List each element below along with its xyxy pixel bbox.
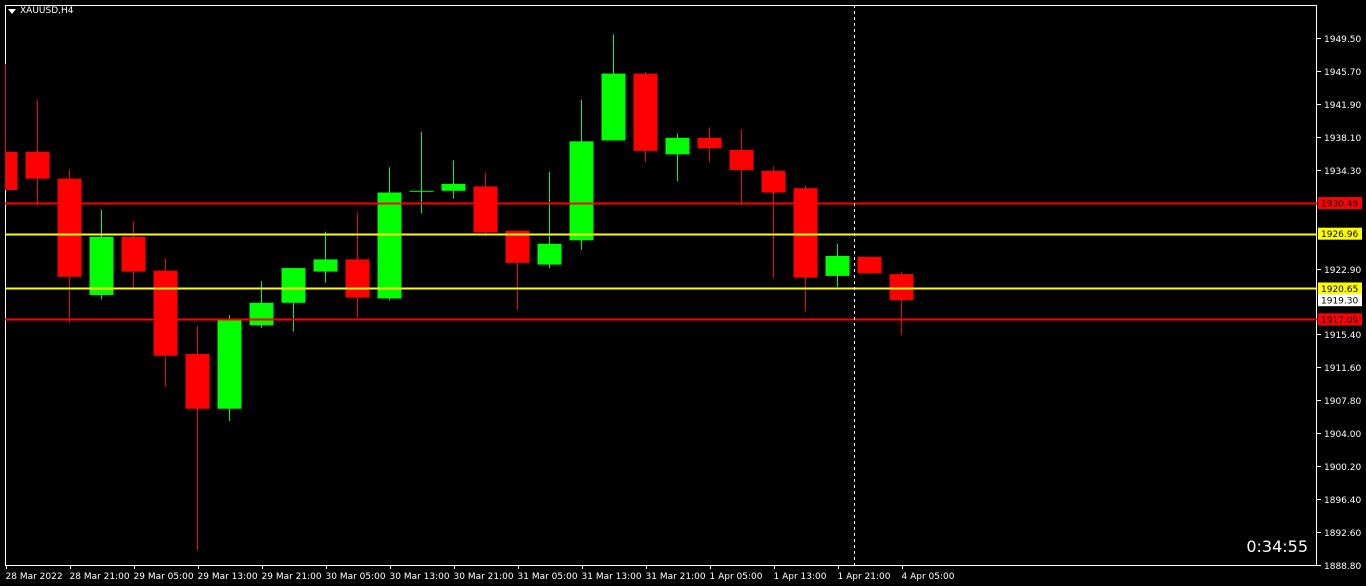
candle-body (537, 243, 562, 265)
plot-area (5, 5, 1317, 565)
candlestick-chart[interactable]: 1949.50 1945.70 1941.90 1938.10 1934.30 1922.… (0, 0, 1366, 586)
bear-candle (889, 271, 914, 335)
level-price-label: 1917.09 (1321, 316, 1358, 326)
candle-body (217, 319, 242, 409)
x-tick-label: 28 Mar 2022 (6, 572, 63, 582)
candle-body (633, 73, 658, 151)
x-tick-label: 31 Mar 21:00 (646, 572, 706, 582)
bear-candle (5, 64, 18, 190)
x-tick-label: 1 Apr 13:00 (774, 572, 827, 582)
symbol-label: XAUUSD,H4 (20, 6, 74, 16)
bull-candle (601, 34, 626, 141)
candle-body (825, 255, 850, 276)
y-tick-label: 1938.10 (1324, 134, 1361, 144)
y-tick-label: 1904.00 (1324, 430, 1361, 440)
candle-body (345, 259, 370, 298)
candle-body (249, 302, 274, 326)
bear-candle (857, 256, 882, 275)
candle-body (313, 259, 338, 272)
candle-body (697, 137, 722, 149)
x-tick-label: 1 Apr 21:00 (838, 572, 891, 582)
candle-body (889, 274, 914, 301)
candle-body (281, 268, 306, 303)
level-price-label: 1930.49 (1321, 200, 1358, 210)
bull-candle (569, 99, 594, 250)
candle-body (569, 141, 594, 241)
candle-body (185, 354, 210, 409)
current-price-label: 1919.30 (1321, 297, 1358, 307)
y-tick-label: 1896.40 (1324, 496, 1361, 506)
candle-body (409, 190, 434, 192)
bear-candle (697, 127, 722, 163)
y-tick-label: 1911.60 (1324, 364, 1361, 374)
candle-body (857, 256, 882, 274)
candle-body (505, 230, 530, 263)
chart-window[interactable]: 1949.50 1945.70 1941.90 1938.10 1934.30 1922.… (0, 0, 1366, 586)
bull-candle (217, 314, 242, 421)
bear-candle (121, 221, 146, 289)
candle-body (761, 170, 786, 193)
y-tick-label: 1900.20 (1324, 463, 1361, 473)
dropdown-arrow-icon[interactable] (8, 8, 16, 14)
candle-body (793, 188, 818, 278)
bull-candle (89, 209, 114, 300)
x-tick-label: 4 Apr 05:00 (902, 572, 955, 582)
bear-candle (153, 258, 178, 388)
y-tick-label: 1949.50 (1324, 35, 1361, 45)
x-tick-label: 29 Mar 13:00 (198, 572, 258, 582)
bar-countdown-timer: 0:34:55 (1246, 537, 1308, 556)
candle-body (473, 186, 498, 233)
bull-candle (825, 243, 850, 288)
bear-candle (57, 169, 82, 323)
candle-body (377, 192, 402, 299)
candle-body (665, 137, 690, 155)
level-price-label: 1926.96 (1321, 230, 1358, 240)
candle-body (601, 73, 626, 141)
x-tick-label: 30 Mar 05:00 (326, 572, 386, 582)
y-tick-label: 1934.30 (1324, 167, 1361, 177)
x-tick-label: 29 Mar 21:00 (262, 572, 322, 582)
x-tick-label: 31 Mar 05:00 (518, 572, 578, 582)
x-tick-label: 30 Mar 21:00 (454, 572, 514, 582)
bear-candle (185, 326, 210, 551)
y-tick-label: 1941.90 (1324, 101, 1361, 111)
bear-candle (25, 99, 50, 206)
bear-candle (633, 71, 658, 163)
x-tick-label: 28 Mar 21:00 (70, 572, 130, 582)
bull-candle (537, 171, 562, 269)
x-tick-label: 31 Mar 13:00 (582, 572, 642, 582)
y-tick-label: 1888.80 (1324, 562, 1361, 572)
bear-candle (505, 230, 530, 310)
bull-candle (281, 268, 306, 332)
candle-body (441, 183, 466, 191)
plot-frame (5, 5, 1317, 566)
y-tick-label: 1892.60 (1324, 529, 1361, 539)
x-tick-label: 1 Apr 05:00 (710, 572, 763, 582)
y-tick-label: 1945.70 (1324, 68, 1361, 78)
candle-body (729, 149, 754, 170)
y-tick-label: 1915.40 (1324, 331, 1361, 341)
bull-candle (441, 160, 466, 199)
candle-body (5, 151, 18, 190)
bull-candle (313, 231, 338, 283)
chart-header: XAUUSD,H4 (8, 6, 74, 16)
y-tick-label: 1907.80 (1324, 397, 1361, 407)
candle-body (25, 151, 50, 179)
candle-body (57, 178, 82, 277)
bear-candle (729, 129, 754, 205)
bull-candle (665, 133, 690, 182)
candle-body (153, 270, 178, 356)
candle-body (89, 236, 114, 295)
x-tick-label: 29 Mar 05:00 (134, 572, 194, 582)
bull-candle (409, 131, 434, 214)
bear-candle (345, 212, 370, 318)
x-tick-label: 30 Mar 13:00 (390, 572, 450, 582)
level-price-label: 1920.65 (1321, 285, 1358, 295)
y-tick-label: 1922.90 (1324, 266, 1361, 276)
bear-candle (761, 166, 786, 278)
candle-body (121, 236, 146, 272)
